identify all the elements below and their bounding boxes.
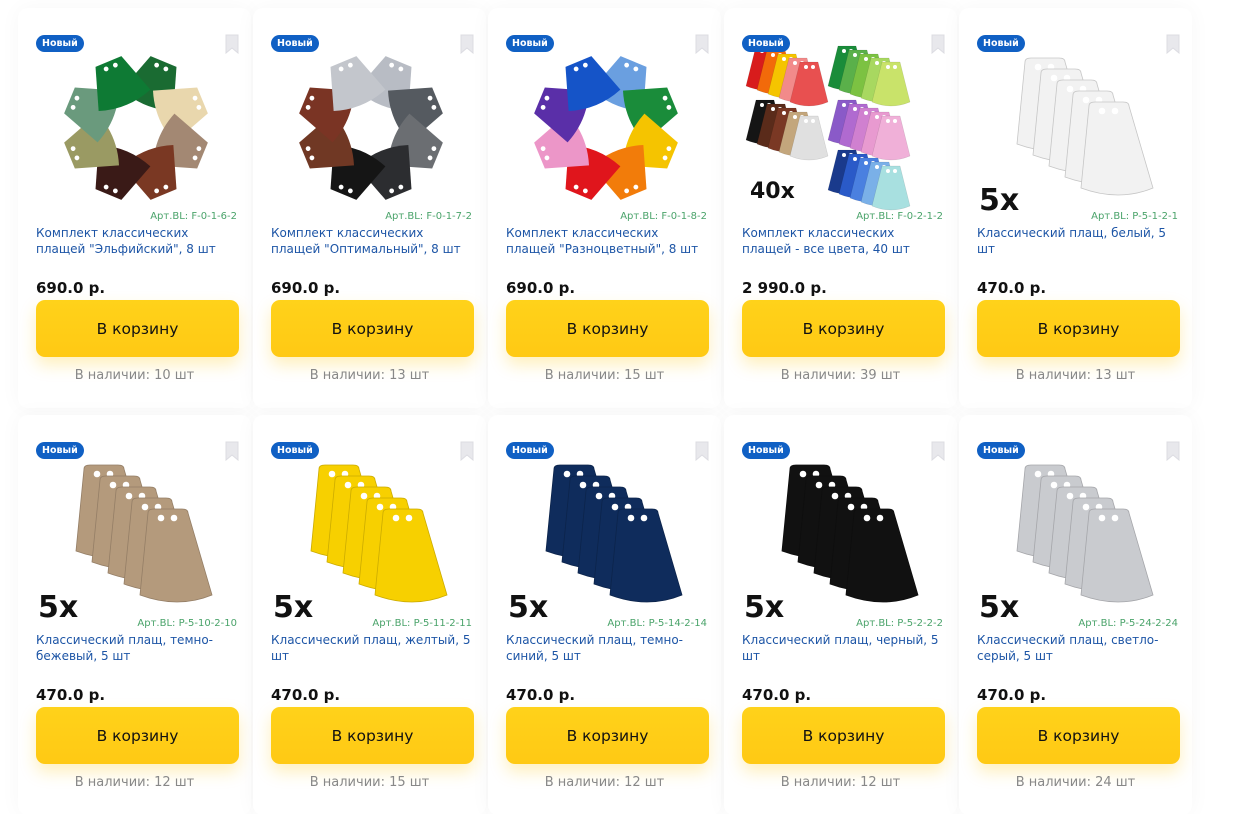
new-badge: Новый (742, 35, 790, 52)
product-card[interactable]: Новый Арт.BL: F-0-1-7-2 Комплект классич… (253, 8, 486, 408)
stock-status: В наличии: 39 шт (780, 368, 901, 383)
product-title-link[interactable]: Классический плащ, светло-серый, 5 шт (977, 633, 1182, 664)
new-badge: Новый (977, 442, 1025, 459)
stock-status: В наличии: 13 шт (1015, 368, 1136, 383)
svg-text:5x: 5x (508, 590, 548, 625)
article-number: Арт.BL: F-0-1-6-2 (150, 211, 237, 222)
product-price: 470.0 р. (742, 686, 812, 704)
add-to-cart-button[interactable]: В корзину (271, 300, 474, 357)
product-title-link[interactable]: Комплект классических плащей "Разноцветн… (506, 226, 711, 257)
article-number: Арт.BL: P-5-2-2-2 (856, 618, 943, 629)
product-price: 690.0 р. (271, 279, 341, 297)
product-card[interactable]: 5x Новый Арт.BL: P-5-14-2-14 Классически… (488, 415, 721, 814)
new-badge: Новый (506, 442, 554, 459)
add-to-cart-button[interactable]: В корзину (506, 300, 709, 357)
product-title-link[interactable]: Классический плащ, желтый, 5 шт (271, 633, 476, 664)
svg-text:5x: 5x (979, 183, 1019, 218)
product-price: 2 990.0 р. (742, 279, 827, 297)
product-title-link[interactable]: Классический плащ, белый, 5 шт (977, 226, 1182, 257)
stock-status: В наличии: 13 шт (309, 368, 430, 383)
bookmark-icon[interactable] (931, 34, 945, 54)
product-image[interactable]: 40x (742, 38, 942, 218)
stock-status: В наличии: 15 шт (544, 368, 665, 383)
svg-text:5x: 5x (979, 590, 1019, 625)
stock-status: В наличии: 24 шт (1015, 775, 1136, 790)
product-price: 470.0 р. (977, 686, 1047, 704)
product-card[interactable]: Новый Арт.BL: F-0-1-6-2 Комплект классич… (18, 8, 251, 408)
add-to-cart-button[interactable]: В корзину (977, 707, 1180, 764)
product-image[interactable] (36, 38, 236, 218)
stock-status: В наличии: 12 шт (544, 775, 665, 790)
article-number: Арт.BL: F-0-2-1-2 (856, 211, 943, 222)
product-image[interactable]: 5x (742, 445, 942, 625)
product-price: 470.0 р. (506, 686, 576, 704)
article-number: Арт.BL: P-5-14-2-14 (607, 618, 707, 629)
product-title-link[interactable]: Комплект классических плащей "Эльфийский… (36, 226, 241, 257)
new-badge: Новый (36, 35, 84, 52)
product-card[interactable]: 5x Новый Арт.BL: P-5-11-2-11 Классически… (253, 415, 486, 814)
product-title-link[interactable]: Классический плащ, черный, 5 шт (742, 633, 947, 664)
bookmark-icon[interactable] (225, 441, 239, 461)
product-image[interactable]: 5x (506, 445, 706, 625)
product-image[interactable]: 5x (977, 38, 1177, 218)
add-to-cart-button[interactable]: В корзину (36, 300, 239, 357)
bookmark-icon[interactable] (695, 441, 709, 461)
product-card[interactable]: 5x Новый Арт.BL: P-5-10-2-10 Классически… (18, 415, 251, 814)
product-image[interactable]: 5x (977, 445, 1177, 625)
bookmark-icon[interactable] (931, 441, 945, 461)
product-image[interactable]: 5x (271, 445, 471, 625)
svg-text:5x: 5x (38, 590, 78, 625)
stock-status: В наличии: 10 шт (74, 368, 195, 383)
product-title-link[interactable]: Классический плащ, темно-бежевый, 5 шт (36, 633, 241, 664)
product-price: 690.0 р. (506, 279, 576, 297)
new-badge: Новый (977, 35, 1025, 52)
product-card[interactable]: Новый Арт.BL: F-0-1-8-2 Комплект классич… (488, 8, 721, 408)
product-card[interactable]: 5x Новый Арт.BL: P-5-2-2-2 Классический … (724, 415, 957, 814)
svg-text:5x: 5x (273, 590, 313, 625)
bookmark-icon[interactable] (695, 34, 709, 54)
product-image[interactable] (506, 38, 706, 218)
bookmark-icon[interactable] (225, 34, 239, 54)
product-title-link[interactable]: Комплект классических плащей "Оптимальны… (271, 226, 476, 257)
product-price: 470.0 р. (271, 686, 341, 704)
svg-text:40x: 40x (750, 179, 795, 204)
article-number: Арт.BL: F-0-1-8-2 (620, 211, 707, 222)
add-to-cart-button[interactable]: В корзину (742, 300, 945, 357)
new-badge: Новый (36, 442, 84, 459)
new-badge: Новый (506, 35, 554, 52)
new-badge: Новый (271, 442, 319, 459)
product-card[interactable]: 5x Новый Арт.BL: P-5-24-2-24 Классически… (959, 415, 1192, 814)
new-badge: Новый (271, 35, 319, 52)
bookmark-icon[interactable] (460, 441, 474, 461)
article-number: Арт.BL: P-5-10-2-10 (137, 618, 237, 629)
product-image[interactable]: 5x (36, 445, 236, 625)
add-to-cart-button[interactable]: В корзину (271, 707, 474, 764)
product-title-link[interactable]: Комплект классических плащей - все цвета… (742, 226, 947, 257)
article-number: Арт.BL: P-5-24-2-24 (1078, 618, 1178, 629)
svg-text:5x: 5x (744, 590, 784, 625)
product-grid: Новый Арт.BL: F-0-1-6-2 Комплект классич… (0, 0, 1259, 814)
product-card[interactable]: 40x Новый Арт.BL: F-0-2-1-2 Комплект кла… (724, 8, 957, 408)
article-number: Арт.BL: F-0-1-7-2 (385, 211, 472, 222)
product-image[interactable] (271, 38, 471, 218)
add-to-cart-button[interactable]: В корзину (506, 707, 709, 764)
product-price: 470.0 р. (36, 686, 106, 704)
add-to-cart-button[interactable]: В корзину (977, 300, 1180, 357)
product-price: 470.0 р. (977, 279, 1047, 297)
new-badge: Новый (742, 442, 790, 459)
article-number: Арт.BL: P-5-11-2-11 (372, 618, 472, 629)
article-number: Арт.BL: P-5-1-2-1 (1091, 211, 1178, 222)
stock-status: В наличии: 15 шт (309, 775, 430, 790)
product-card[interactable]: 5x Новый Арт.BL: P-5-1-2-1 Классический … (959, 8, 1192, 408)
stock-status: В наличии: 12 шт (780, 775, 901, 790)
add-to-cart-button[interactable]: В корзину (742, 707, 945, 764)
bookmark-icon[interactable] (460, 34, 474, 54)
product-title-link[interactable]: Классический плащ, темно-синий, 5 шт (506, 633, 711, 664)
bookmark-icon[interactable] (1166, 34, 1180, 54)
product-price: 690.0 р. (36, 279, 106, 297)
bookmark-icon[interactable] (1166, 441, 1180, 461)
stock-status: В наличии: 12 шт (74, 775, 195, 790)
add-to-cart-button[interactable]: В корзину (36, 707, 239, 764)
